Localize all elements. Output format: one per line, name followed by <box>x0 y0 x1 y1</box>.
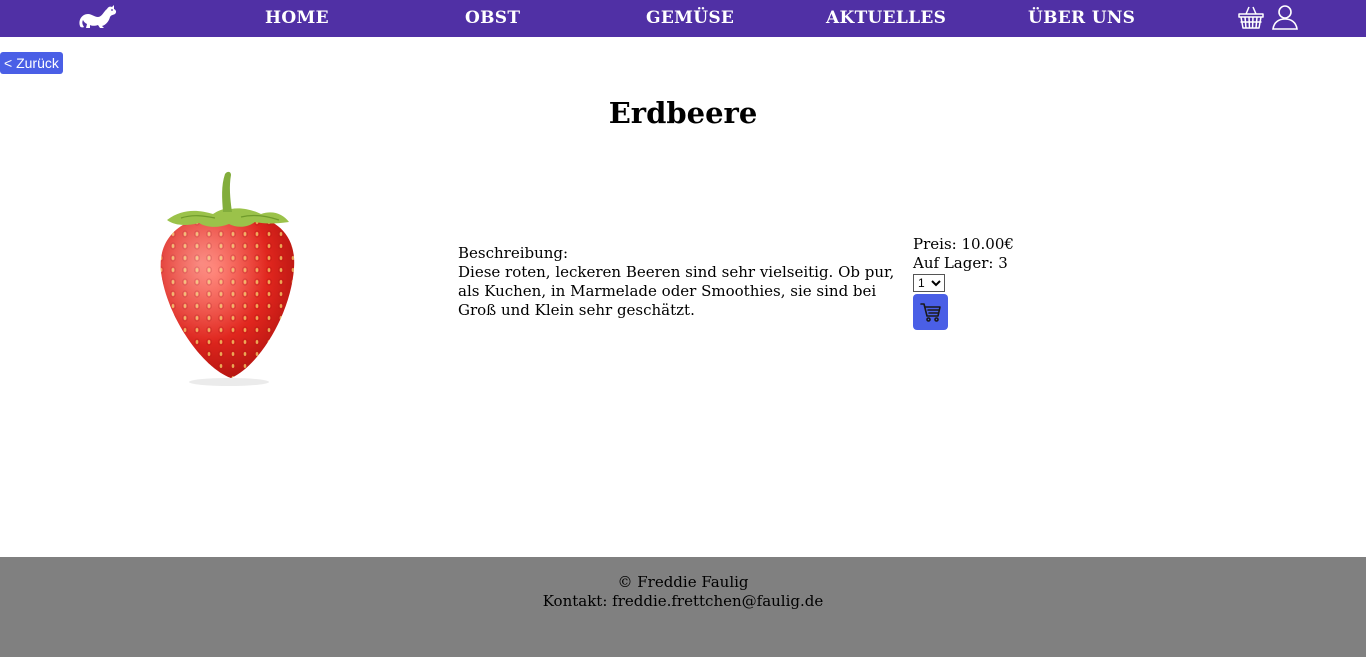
ferret-logo-icon[interactable] <box>76 2 118 30</box>
page-footer: © Freddie Faulig Kontakt: freddie.frettc… <box>0 557 1366 657</box>
cart-icon <box>920 303 941 322</box>
footer-copyright: © Freddie Faulig <box>617 573 749 591</box>
top-navbar: HOME OBST GEMÜSE AKTUELLES ÜBER UNS <box>0 0 1366 37</box>
product-description: Beschreibung: Diese roten, leckeren Beer… <box>458 244 910 320</box>
stock-text: Auf Lager: 3 <box>913 254 1008 272</box>
product-title: Erdbeere <box>608 96 758 130</box>
description-label: Beschreibung: <box>458 244 569 262</box>
description-text: Diese roten, leckeren Beeren sind sehr v… <box>458 263 895 319</box>
user-icon[interactable] <box>1271 4 1299 30</box>
add-to-cart-button[interactable] <box>913 294 948 330</box>
strawberry-image <box>160 171 295 386</box>
purchase-panel: Preis: 10.00€ Auf Lager: 3 1 <box>913 235 1014 330</box>
nav-home-link[interactable]: HOME <box>265 8 329 28</box>
back-button[interactable]: < Zurück <box>0 52 63 74</box>
nav-ueber-uns-link[interactable]: ÜBER UNS <box>1028 8 1135 28</box>
price-text: Preis: 10.00€ <box>913 235 1014 253</box>
nav-obst-link[interactable]: OBST <box>465 8 520 28</box>
nav-aktuelles-link[interactable]: AKTUELLES <box>826 8 946 28</box>
nav-gemuese-link[interactable]: GEMÜSE <box>646 8 734 28</box>
quantity-select[interactable]: 1 <box>913 274 945 292</box>
basket-icon[interactable] <box>1237 4 1265 30</box>
footer-contact: Kontakt: freddie.frettchen@faulig.de <box>542 592 824 610</box>
